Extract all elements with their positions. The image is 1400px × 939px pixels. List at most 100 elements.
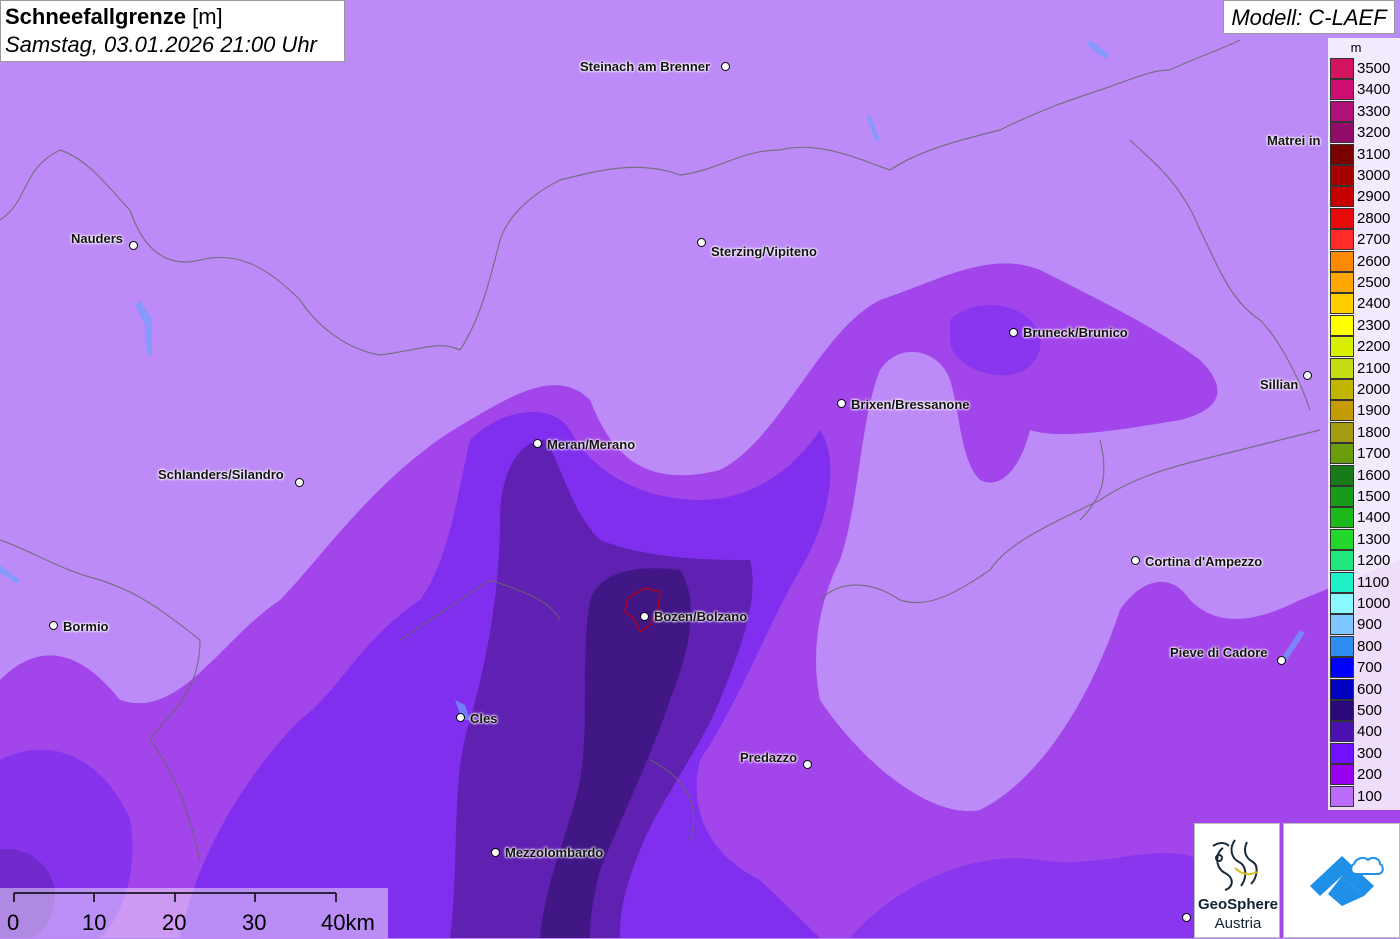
city-label: Bormio bbox=[63, 619, 109, 634]
legend-swatch bbox=[1330, 593, 1354, 614]
geosphere-logo[interactable]: GeoSphere Austria bbox=[1194, 823, 1280, 938]
legend-label: 1800 bbox=[1357, 423, 1391, 441]
legend-entry: 900 bbox=[1330, 614, 1400, 636]
legend-entry: 2100 bbox=[1330, 357, 1400, 379]
city-marker-icon bbox=[129, 241, 138, 250]
legend-label: 2600 bbox=[1357, 252, 1391, 270]
legend-label: 2300 bbox=[1357, 316, 1391, 334]
legend-swatch bbox=[1330, 550, 1354, 572]
legend-swatch bbox=[1330, 657, 1354, 679]
legend-swatch bbox=[1330, 721, 1354, 743]
legend-label: 1600 bbox=[1357, 466, 1391, 484]
legend-label: 400 bbox=[1357, 723, 1383, 741]
legend-swatch bbox=[1330, 165, 1354, 186]
legend-entry: 100 bbox=[1330, 785, 1400, 807]
legend-label: 2700 bbox=[1357, 231, 1391, 249]
city-marker-icon bbox=[1009, 328, 1018, 337]
scale-label: 10 bbox=[82, 910, 107, 935]
city-label: Cles bbox=[470, 711, 498, 726]
city-label: Brixen/Bressanone bbox=[851, 397, 970, 412]
city-marker-icon bbox=[803, 760, 812, 769]
legend-entry: 1000 bbox=[1330, 593, 1400, 614]
legend-swatch bbox=[1330, 250, 1354, 272]
legend-entry: 600 bbox=[1330, 678, 1400, 700]
legend-entry: 500 bbox=[1330, 700, 1400, 721]
legend-entry: 300 bbox=[1330, 742, 1400, 764]
legend-swatch bbox=[1330, 79, 1354, 101]
city-marker-icon bbox=[533, 439, 542, 448]
legend-label: 2100 bbox=[1357, 359, 1391, 377]
legend-label: 2900 bbox=[1357, 188, 1391, 206]
logo-name: GeoSphere bbox=[1197, 896, 1279, 913]
city-label: Matrei in bbox=[1267, 133, 1321, 148]
city-label: Cortina d'Ampezzo bbox=[1145, 554, 1263, 569]
legend-label: 1500 bbox=[1357, 488, 1391, 505]
legend-label: 700 bbox=[1357, 659, 1383, 677]
app-logo[interactable] bbox=[1283, 823, 1400, 938]
city-label: Steinach am Brenner bbox=[580, 59, 711, 74]
scale-label: 40km bbox=[321, 910, 375, 935]
legend-label: 3200 bbox=[1357, 124, 1391, 142]
city-marker-icon bbox=[640, 612, 649, 621]
legend-swatch bbox=[1330, 742, 1354, 764]
model-label: Modell: C-LAEF bbox=[1223, 0, 1395, 34]
city-marker-icon bbox=[1131, 556, 1140, 565]
legend-label: 1000 bbox=[1357, 595, 1391, 612]
legend-entry: 2600 bbox=[1330, 250, 1400, 272]
city-label: Nauders bbox=[71, 231, 124, 246]
city-label: Schlanders/Silandro bbox=[158, 467, 284, 482]
legend-entry: 2800 bbox=[1330, 207, 1400, 229]
legend-label: 2200 bbox=[1357, 338, 1391, 356]
scale-label: 20 bbox=[162, 910, 187, 935]
legend-label: 900 bbox=[1357, 616, 1383, 634]
title-main: Schneefallgrenze bbox=[5, 4, 186, 29]
city-marker-icon bbox=[295, 478, 304, 487]
legend-label: 2400 bbox=[1357, 295, 1391, 313]
city-marker-icon bbox=[837, 399, 846, 408]
legend-swatch bbox=[1330, 272, 1354, 293]
legend-entry: 3400 bbox=[1330, 79, 1400, 101]
city-label: Predazzo bbox=[740, 750, 798, 765]
legend-entry: 1600 bbox=[1330, 464, 1400, 486]
legend-unit: m bbox=[1350, 40, 1362, 55]
city-label: Sillian bbox=[1260, 377, 1299, 392]
legend-entry: 1300 bbox=[1330, 528, 1400, 550]
legend-swatch bbox=[1330, 293, 1354, 315]
legend-entry: 2000 bbox=[1330, 379, 1400, 400]
legend-label: 1900 bbox=[1357, 402, 1391, 420]
legend-swatch bbox=[1330, 507, 1354, 529]
legend-swatch bbox=[1330, 764, 1354, 786]
city-label: Bruneck/Brunico bbox=[1023, 325, 1128, 340]
legend-swatch bbox=[1330, 357, 1354, 379]
city-marker-icon bbox=[1277, 656, 1286, 665]
city-marker-icon bbox=[1182, 913, 1191, 922]
city-label: Mezzolombardo bbox=[505, 845, 604, 860]
legend-swatch bbox=[1330, 379, 1354, 400]
city-label: Pieve di Cadore bbox=[1170, 645, 1268, 660]
legend-swatch bbox=[1330, 207, 1354, 229]
legend-entry: 1400 bbox=[1330, 507, 1400, 529]
legend-swatch bbox=[1330, 614, 1354, 636]
legend-swatch bbox=[1330, 443, 1354, 465]
city-label: Meran/Merano bbox=[547, 437, 636, 452]
legend-swatch bbox=[1330, 100, 1354, 122]
legend-label: 2500 bbox=[1357, 274, 1391, 291]
scale-label: 0 bbox=[7, 910, 20, 935]
legend-swatch bbox=[1330, 336, 1354, 358]
legend-label: 200 bbox=[1357, 766, 1383, 784]
color-legend: m 3500 3400 3300 3200 3100 3000 2900 2800 2700 26… bbox=[1328, 38, 1400, 810]
legend-swatch bbox=[1330, 122, 1354, 144]
legend-swatch bbox=[1330, 143, 1354, 165]
city-label: Bozen/Bolzano bbox=[654, 609, 748, 624]
legend-entry: 2700 bbox=[1330, 229, 1400, 251]
legend-swatch bbox=[1330, 229, 1354, 251]
legend-entry: 2300 bbox=[1330, 314, 1400, 336]
legend-label: 3400 bbox=[1357, 81, 1391, 99]
city-marker-icon bbox=[491, 848, 500, 857]
legend-entry: 2500 bbox=[1330, 272, 1400, 293]
legend-entry: 2400 bbox=[1330, 293, 1400, 315]
legend-label: 100 bbox=[1357, 787, 1383, 805]
legend-entry: 3000 bbox=[1330, 165, 1400, 186]
legend-entry: 1900 bbox=[1330, 400, 1400, 422]
scale-bar: 0 10 20 30 40km bbox=[0, 888, 388, 938]
